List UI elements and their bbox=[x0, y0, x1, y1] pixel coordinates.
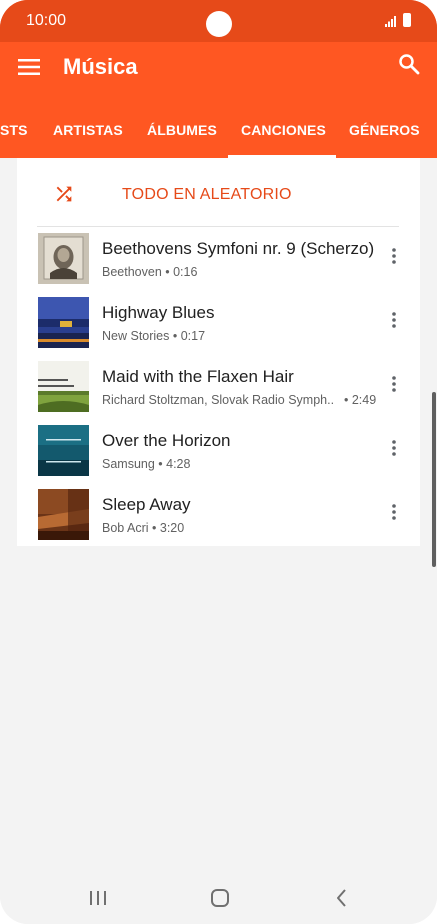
camera-cutout bbox=[206, 11, 232, 37]
tab-albumes[interactable]: ÁLBUMES bbox=[147, 122, 217, 138]
over-the-horizon-album-art bbox=[38, 425, 89, 476]
page-title: Música bbox=[63, 54, 138, 79]
navigation-bar bbox=[0, 872, 437, 924]
status-time: 10:00 bbox=[26, 12, 67, 29]
back-icon[interactable] bbox=[326, 882, 358, 914]
shuffle-all-button[interactable]: TODO EN ALEATORIO bbox=[37, 158, 399, 227]
shuffle-all-label: TODO EN ALEATORIO bbox=[122, 186, 292, 203]
sleep-away-album-art bbox=[38, 489, 89, 540]
shuffle-icon bbox=[56, 186, 72, 202]
tab-generos[interactable]: GÉNEROS bbox=[349, 122, 420, 138]
song-list: TODO EN ALEATORIO Beethovens Symfoni nr.… bbox=[17, 158, 420, 546]
tab-playlists[interactable]: STS bbox=[0, 122, 28, 138]
song-row[interactable]: Over the Horizon Samsung • 4:28 bbox=[17, 420, 420, 484]
search-icon[interactable] bbox=[397, 52, 421, 76]
song-meta: Beethoven • 0:16 bbox=[102, 265, 198, 279]
battery-icon bbox=[403, 13, 411, 27]
song-duration: • 2:49 bbox=[344, 393, 377, 407]
beethoven-album-art bbox=[38, 233, 89, 284]
song-title: Sleep Away bbox=[102, 495, 191, 514]
menu-icon[interactable] bbox=[18, 56, 40, 78]
more-vert-icon[interactable] bbox=[387, 374, 401, 394]
tab-canciones[interactable]: CANCIONES bbox=[241, 122, 326, 138]
song-row[interactable]: Sleep Away Bob Acri • 3:20 bbox=[17, 484, 420, 548]
song-title: Maid with the Flaxen Hair bbox=[102, 367, 294, 386]
more-vert-icon[interactable] bbox=[387, 246, 401, 266]
signal-icon bbox=[385, 16, 396, 27]
more-vert-icon[interactable] bbox=[387, 438, 401, 458]
tab-artistas[interactable]: ARTISTAS bbox=[53, 122, 123, 138]
song-meta: Samsung • 4:28 bbox=[102, 457, 191, 471]
recent-apps-icon[interactable] bbox=[82, 882, 114, 914]
more-vert-icon[interactable] bbox=[387, 310, 401, 330]
song-row[interactable]: Highway Blues New Stories • 0:17 bbox=[17, 292, 420, 356]
stoltzman-album-art bbox=[38, 361, 89, 412]
song-title: Over the Horizon bbox=[102, 431, 231, 450]
highway-blues-album-art bbox=[38, 297, 89, 348]
song-meta: Bob Acri • 3:20 bbox=[102, 521, 185, 535]
more-vert-icon[interactable] bbox=[387, 502, 401, 522]
song-row[interactable]: Beethovens Symfoni nr. 9 (Scherzo) Beeth… bbox=[17, 228, 420, 292]
song-artist: Richard Stoltzman, Slovak Radio Symph.. bbox=[102, 393, 335, 407]
song-title: Highway Blues bbox=[102, 303, 215, 322]
song-row[interactable]: Maid with the Flaxen Hair Richard Stoltz… bbox=[17, 356, 420, 420]
app-bar: Música bbox=[0, 42, 437, 94]
song-title: Beethovens Symfoni nr. 9 (Scherzo) bbox=[102, 239, 375, 258]
home-icon[interactable] bbox=[204, 882, 236, 914]
scrollbar[interactable] bbox=[432, 392, 436, 567]
status-bar: 10:00 bbox=[0, 0, 437, 42]
phone-screen: 10:00 Música STS ARTISTAS ÁLBUMES CANCIO… bbox=[0, 0, 437, 924]
system-icons bbox=[385, 13, 411, 27]
tab-bar: STS ARTISTAS ÁLBUMES CANCIONES GÉNEROS bbox=[0, 104, 437, 158]
song-meta: New Stories • 0:17 bbox=[102, 329, 206, 343]
